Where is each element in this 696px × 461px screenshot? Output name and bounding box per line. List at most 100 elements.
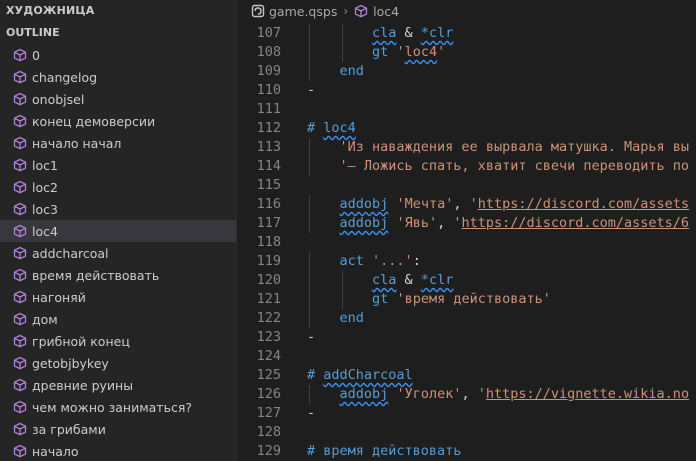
- line-number: 117: [256, 215, 281, 231]
- code-token: ': [437, 44, 446, 60]
- outline-item-label: время действовать: [32, 267, 160, 283]
- code-token: 'Мечта': [396, 196, 454, 212]
- code-token: https://discord.com/assets: [477, 196, 690, 212]
- outline-item-label: loc2: [32, 179, 58, 195]
- cube-icon: [355, 4, 368, 18]
- outline-item[interactable]: дом: [0, 308, 236, 330]
- outline-item-label: 0: [32, 47, 40, 63]
- code-token: '— Ложись спать, хватит свечи переводить…: [339, 158, 690, 174]
- code-text: -: [307, 81, 315, 100]
- outline-item-label: грибной конец: [32, 333, 130, 349]
- code-token: https://discord.com/assets/6: [461, 215, 690, 231]
- line-number: 125: [256, 367, 281, 383]
- outline-item[interactable]: changelog: [0, 66, 236, 88]
- code-token: addobj: [339, 215, 389, 231]
- outline-item[interactable]: древние руины: [0, 374, 236, 396]
- code-token: #: [307, 367, 324, 383]
- line-number: 119: [256, 253, 281, 269]
- outline-item[interactable]: начало начал: [0, 132, 236, 154]
- cube-icon: [13, 444, 27, 458]
- breadcrumb-file[interactable]: game.qsps: [269, 4, 337, 19]
- line-number: 108: [256, 44, 281, 60]
- outline-item[interactable]: за грибами: [0, 418, 236, 440]
- code-text: # время действовать: [307, 442, 461, 461]
- code-token: #: [307, 120, 324, 136]
- outline-item[interactable]: чем можно заниматься?: [0, 396, 236, 418]
- outline-item[interactable]: loc1: [0, 154, 236, 176]
- outline-item-label: дом: [32, 311, 58, 327]
- cube-icon: [13, 334, 27, 348]
- outline-item[interactable]: конец демоверсии: [0, 110, 236, 132]
- code-token: -: [307, 82, 316, 98]
- code-token: addobj: [339, 386, 389, 402]
- outline-item-label: loc4: [32, 223, 58, 239]
- outline-item[interactable]: время действовать: [0, 264, 236, 286]
- code-line: 107 cla & *clr: [237, 24, 696, 43]
- code-line: 121 gt 'время действовать': [237, 290, 696, 309]
- code-text: # addCharcoal: [307, 366, 413, 385]
- code-token: '...': [372, 253, 413, 269]
- sidebar-title: ХУДОЖНИЦА: [6, 4, 95, 17]
- code-text: end: [307, 309, 364, 328]
- outline-item-label: loc1: [32, 157, 58, 173]
- cube-icon: [13, 268, 27, 282]
- outline-item[interactable]: addcharcoal: [0, 242, 236, 264]
- outline-item[interactable]: loc3: [0, 198, 236, 220]
- code-line: 125 # addCharcoal: [237, 366, 696, 385]
- outline-item-label: конец демоверсии: [32, 113, 156, 129]
- line-number: 129: [256, 443, 281, 459]
- outline-item[interactable]: начало: [0, 440, 236, 461]
- code-line: 120 cla & *clr: [237, 271, 696, 290]
- code-token: время действовать: [323, 443, 462, 459]
- code-line: 123 -: [237, 328, 696, 347]
- breadcrumb-symbol[interactable]: loc4: [373, 4, 399, 19]
- code-text: cla & *clr: [307, 271, 453, 290]
- outline-item[interactable]: нагоняй: [0, 286, 236, 308]
- code-token: gt: [372, 44, 389, 60]
- outline-item[interactable]: loc4: [0, 220, 236, 242]
- code-token: ': [396, 44, 405, 60]
- code-line: 109 end: [237, 62, 696, 81]
- code-token: 'время действовать': [396, 291, 551, 307]
- file-icon: [251, 4, 265, 18]
- outline-item[interactable]: грибной конец: [0, 330, 236, 352]
- outline-item-label: getobjbykey: [32, 355, 109, 371]
- outline-item[interactable]: 0: [0, 44, 236, 66]
- code-line: 124: [237, 347, 696, 366]
- code-line: 113 'Из наваждения ее вырвала матушка. М…: [237, 138, 696, 157]
- code-line: 116 addobj 'Мечта', 'https://discord.com…: [237, 195, 696, 214]
- code-text: addobj 'Мечта', 'https://discord.com/ass…: [307, 195, 690, 214]
- outline-item-label: нагоняй: [32, 289, 86, 305]
- outline-sidebar: ХУДОЖНИЦА OUTLINE 0 changelog onobjsel коне…: [0, 0, 237, 461]
- outline-item-label: начало начал: [32, 135, 122, 151]
- code-text: act '...':: [307, 252, 421, 271]
- code-token: addobj: [339, 196, 389, 212]
- code-line: 115: [237, 176, 696, 195]
- outline-item[interactable]: loc2: [0, 176, 236, 198]
- code-token: 'Из наваждения ее вырвала матушка. Марья…: [339, 139, 690, 155]
- code-token: cla: [372, 272, 397, 288]
- outline-section-header[interactable]: OUTLINE: [0, 22, 236, 44]
- line-number: 107: [256, 25, 281, 41]
- code-line: 122 end: [237, 309, 696, 328]
- code-token: &: [396, 25, 421, 41]
- breadcrumb: game.qsps › loc4: [237, 0, 696, 22]
- code-text: '— Ложись спать, хватит свечи переводить…: [307, 157, 690, 176]
- cube-icon: [13, 92, 27, 106]
- outline-item[interactable]: onobjsel: [0, 88, 236, 110]
- cube-icon: [13, 312, 27, 326]
- cube-icon: [13, 378, 27, 392]
- code-editor[interactable]: 107 cla & *clr 108 gt 'loc4' 109 end 110-11…: [237, 24, 696, 461]
- cube-icon: [13, 400, 27, 414]
- cube-icon: [13, 202, 27, 216]
- outline-item[interactable]: getobjbykey: [0, 352, 236, 374]
- code-token: :: [412, 253, 421, 269]
- code-text: addobj 'Уголек', 'https://vignette.wikia…: [307, 385, 690, 404]
